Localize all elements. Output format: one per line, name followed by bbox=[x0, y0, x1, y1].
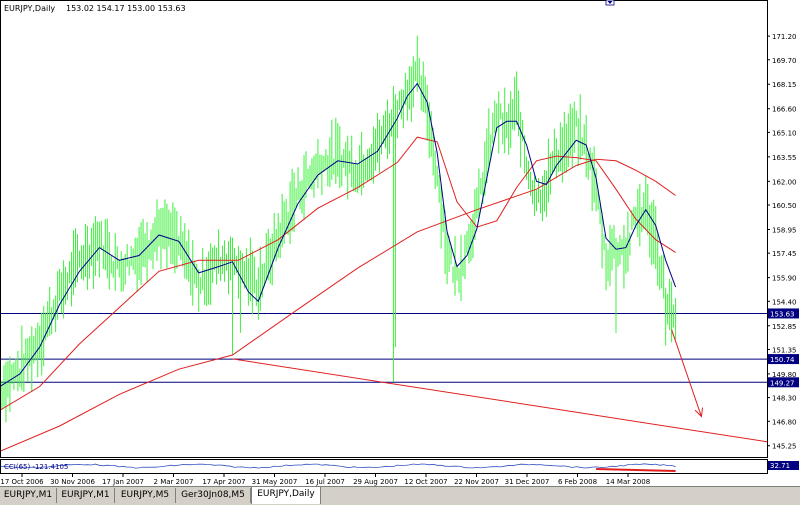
y-tick-label: 169.70 bbox=[772, 57, 797, 65]
y-tick-label: 149.80 bbox=[772, 371, 797, 379]
price-badge-label: 149.27 bbox=[770, 379, 795, 387]
tab-ger30-m5[interactable]: Ger30Jn08,M5 bbox=[176, 488, 251, 503]
x-tick-label: 22 Nov 2007 bbox=[454, 478, 499, 486]
tab-eurjpy-m1-b[interactable]: EURJPY,M1 bbox=[57, 488, 115, 503]
y-tick-label: 162.00 bbox=[772, 178, 797, 186]
symbol-label: EURJPY,Daily bbox=[4, 4, 55, 13]
price-badge-label: 150.74 bbox=[770, 356, 795, 364]
y-tick-label: 145.25 bbox=[772, 443, 797, 451]
x-tick-label: 30 Nov 2006 bbox=[50, 478, 95, 486]
y-tick-label: 151.35 bbox=[772, 346, 797, 354]
x-tick-label: 2 Mar 2007 bbox=[154, 478, 194, 486]
tab-eurjpy-m1-a[interactable]: EURJPY,M1 bbox=[0, 488, 57, 503]
tab-label: EURJPY,M1 bbox=[61, 490, 110, 500]
y-tick-label: 163.55 bbox=[772, 154, 797, 162]
x-tick-label: 17 Apr 2007 bbox=[202, 478, 245, 486]
y-tick-label: 171.20 bbox=[772, 33, 797, 41]
y-tick-label: 148.30 bbox=[772, 395, 797, 403]
y-tick-label: 158.95 bbox=[772, 226, 797, 234]
tab-label: EURJPY,Daily bbox=[257, 489, 315, 499]
chart-canvas[interactable]: 153.63 150.74 149.27 32.71 171.20 169.70 168… bbox=[0, 0, 800, 486]
x-tick-label: 17 Jan 2007 bbox=[102, 478, 144, 486]
x-tick-label: 31 Dec 2007 bbox=[505, 478, 550, 486]
x-tick-label: 29 Aug 2007 bbox=[353, 478, 398, 486]
x-tick-label: 14 Mar 2008 bbox=[606, 478, 650, 486]
x-tick-label: 12 Oct 2007 bbox=[404, 478, 447, 486]
y-tick-label: 157.45 bbox=[772, 250, 797, 258]
x-tick-label: 16 Jul 2007 bbox=[305, 478, 345, 486]
dropdown-marker-icon[interactable] bbox=[605, 0, 615, 6]
x-tick-label: 31 May 2007 bbox=[252, 478, 298, 486]
chart-background bbox=[0, 0, 800, 486]
y-tick-label: 160.50 bbox=[772, 202, 797, 210]
y-tick-label: 155.90 bbox=[772, 275, 797, 283]
y-tick-label: 166.60 bbox=[772, 106, 797, 114]
tab-label: EURJPY,M1 bbox=[3, 490, 53, 500]
y-tick-label: 165.10 bbox=[772, 129, 797, 137]
y-tick-label: 152.85 bbox=[772, 323, 797, 331]
ohlc-values: 153.02 154.17 153.00 153.63 bbox=[66, 4, 186, 13]
cci-label: CCI(65) -121.4105 bbox=[4, 463, 68, 471]
y-tick-label: 168.15 bbox=[772, 81, 797, 89]
cci-value-text: 32.71 bbox=[770, 462, 790, 470]
tab-label: EURJPY,M5 bbox=[120, 490, 170, 500]
tab-eurjpy-m5[interactable]: EURJPY,M5 bbox=[115, 488, 176, 503]
x-tick-label: 6 Feb 2008 bbox=[558, 478, 597, 486]
y-tick-label: 154.40 bbox=[772, 298, 797, 306]
x-tick-label: 17 Oct 2006 bbox=[0, 478, 44, 486]
tab-label: Ger30Jn08,M5 bbox=[181, 490, 245, 500]
price-badge-label: 153.63 bbox=[770, 310, 795, 318]
tab-eurjpy-daily[interactable]: EURJPY,Daily bbox=[251, 487, 321, 504]
y-tick-label: 146.80 bbox=[772, 418, 797, 426]
chart-tab-bar: EURJPY,M1 EURJPY,M1 EURJPY,M5 Ger30Jn08,… bbox=[0, 486, 800, 505]
